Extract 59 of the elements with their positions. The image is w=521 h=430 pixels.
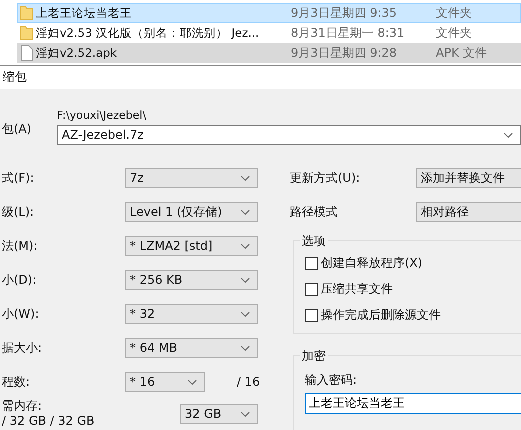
checkbox[interactable] <box>305 309 318 322</box>
option-label: 更新方式(U): <box>290 170 362 186</box>
option-combobox[interactable]: 相对路径 <box>416 202 521 222</box>
chevron-icon <box>241 346 250 350</box>
option-combobox[interactable]: Level 1 (仅存储) <box>125 202 258 222</box>
thread-max: / 16 <box>237 375 260 389</box>
option-label: 级(L): <box>2 204 36 220</box>
chevron-icon <box>241 244 250 248</box>
memory-label: 需内存: <box>2 399 44 414</box>
chevron-icon <box>504 132 513 138</box>
group-title: 选项 <box>300 233 328 250</box>
chevron-icon <box>241 412 250 416</box>
option-combobox[interactable]: 7z <box>125 168 258 188</box>
checkbox[interactable] <box>305 257 318 270</box>
file-date: 9月3日星期四 9:28 <box>291 44 398 62</box>
option-label: 据大小: <box>2 340 44 356</box>
checkbox-label: 操作完成后删除源文件 <box>321 307 441 324</box>
file-type: 文件夹 <box>436 4 472 22</box>
option-combobox[interactable]: * 64 MB <box>125 338 258 358</box>
chevron-icon <box>241 176 250 180</box>
chevron-icon <box>241 278 250 282</box>
file-type: APK 文件 <box>436 44 488 62</box>
password-label: 输入密码: <box>305 372 358 389</box>
checkbox[interactable] <box>305 283 318 296</box>
file-row[interactable]: 淫妇v2.53 汉化版（别名：耶洗别） Jez... 8月31日星期一 8:31 文件夹 <box>17 23 521 43</box>
option-label: 小(W): <box>2 306 40 322</box>
folder-icon <box>20 5 34 21</box>
file-row[interactable]: 上老王论坛当老王 9月3日星期四 9:35 文件夹 <box>17 3 521 23</box>
chevron-icon <box>188 380 197 384</box>
password-field[interactable]: 上老王论坛当老王 <box>305 393 521 414</box>
memory-combobox[interactable]: 32 GB <box>180 404 258 424</box>
checkbox-label: 创建自释放程序(X) <box>321 255 423 272</box>
option-label: 法(M): <box>2 238 39 254</box>
file-row[interactable]: 淫妇v2.52.apk 9月3日星期四 9:28 APK 文件 <box>17 43 521 63</box>
option-label: 程数: <box>2 374 32 390</box>
file-type: 文件夹 <box>436 24 472 42</box>
memory-usage: / 32 GB / 32 GB <box>2 414 96 429</box>
archive-label: 包(A) <box>2 121 33 138</box>
file-date: 8月31日星期一 8:31 <box>291 24 406 42</box>
archive-combobox[interactable]: AZ-Jezebel.7z <box>57 125 521 145</box>
option-label: 路径模式 <box>290 204 339 220</box>
file-name: 上老王论坛当老王 <box>36 6 133 20</box>
folder-icon <box>20 25 34 41</box>
option-combobox[interactable]: * 32 <box>125 304 258 324</box>
checkbox-label: 压缩共享文件 <box>321 281 393 298</box>
chevron-icon <box>241 312 250 316</box>
file-date: 9月3日星期四 9:35 <box>291 4 398 22</box>
archive-path: F:\youxi\Jezebel\ <box>57 109 148 122</box>
file-icon <box>21 45 33 61</box>
file-name: 淫妇v2.52.apk <box>36 46 118 60</box>
file-name: 淫妇v2.53 汉化版（别名：耶洗别） Jez... <box>36 26 260 40</box>
option-combobox[interactable]: * LZMA2 [std] <box>125 236 258 256</box>
chevron-icon <box>241 210 250 214</box>
option-label: 小(D): <box>2 272 38 288</box>
option-combobox[interactable]: * 16 <box>125 372 205 392</box>
option-label: 式(F): <box>2 170 36 186</box>
option-combobox[interactable]: * 256 KB <box>125 270 258 290</box>
option-combobox[interactable]: 添加并替换文件 <box>416 168 521 188</box>
dialog-title: 缩包 <box>3 69 27 86</box>
